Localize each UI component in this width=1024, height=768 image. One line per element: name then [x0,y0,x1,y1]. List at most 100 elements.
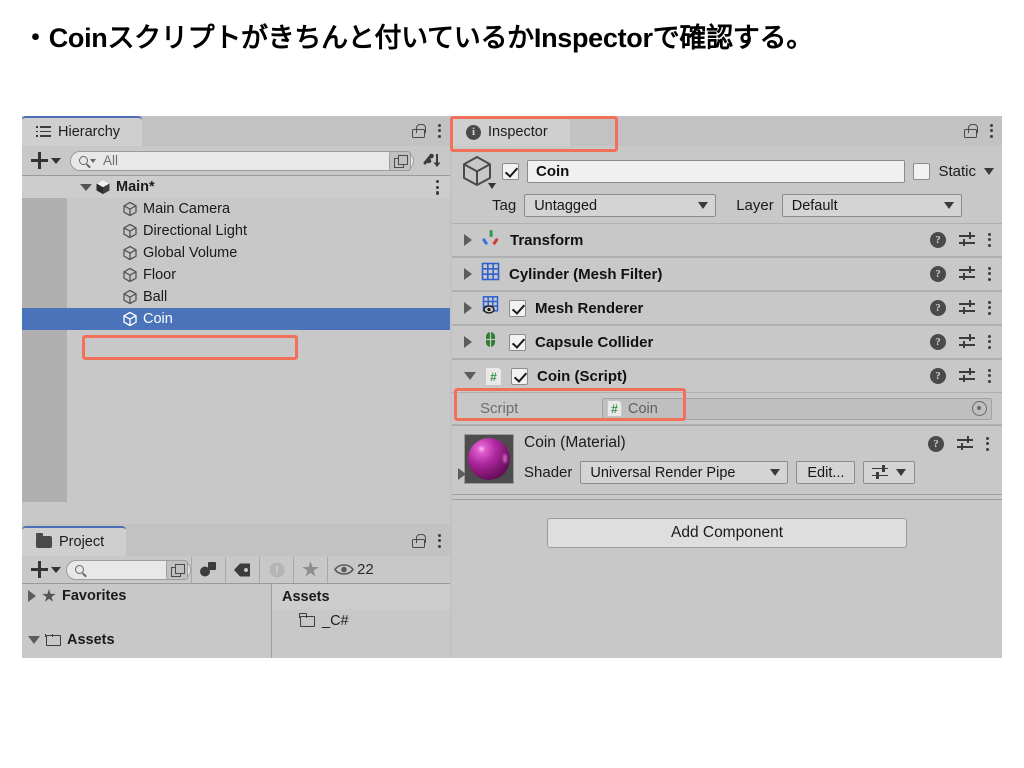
project-assets-column: Assets _C# [272,584,450,658]
chevron-down-icon [51,567,61,573]
component-title: Capsule Collider [535,334,653,351]
component-list: Transform ? [452,223,1002,393]
list-icon [36,126,51,138]
hierarchy-item-global-volume[interactable]: Global Volume [22,242,450,264]
component-row-mesh-filter[interactable]: Cylinder (Mesh Filter) ? [452,257,1002,291]
object-picker-icon[interactable] [972,401,987,416]
project-tree-item-assets[interactable]: Assets [22,634,271,646]
detach-icon[interactable] [389,151,411,171]
tag-dropdown[interactable]: Untagged [524,194,716,217]
project-tabbar: Project [22,526,450,556]
gameobject-enabled-checkbox[interactable] [502,163,519,180]
kebab-menu-icon[interactable] [438,534,442,549]
help-icon[interactable]: ? [930,232,946,248]
gameobject-name-field[interactable]: Coin [527,160,905,183]
hierarchy-item-directional-light[interactable]: Directional Light [22,220,450,242]
settings-icon[interactable] [959,301,975,315]
hierarchy-item-coin[interactable]: Coin [22,308,450,330]
static-dropdown-chevron-icon[interactable] [984,168,994,175]
expand-triangle-icon[interactable] [464,234,472,246]
material-actions: ? [928,436,990,452]
help-icon[interactable]: ? [928,436,944,452]
edit-shader-button[interactable]: Edit... [796,461,855,484]
add-component-button[interactable]: Add Component [547,518,907,548]
create-gameobject-button[interactable] [26,152,66,169]
visibility-toggle[interactable]: 22 [327,557,380,583]
help-icon[interactable]: ? [930,368,946,384]
hierarchy-item-label: Global Volume [143,245,237,261]
component-enabled-checkbox[interactable] [509,300,526,317]
assets-item-csharp-folder[interactable]: _C# [272,609,450,633]
component-row-capsule-collider[interactable]: Capsule Collider ? [452,325,1002,359]
component-row-coin-script[interactable]: # Coin (Script) ? [452,359,1002,393]
expand-triangle-icon[interactable] [458,468,466,480]
shader-dropdown[interactable]: Universal Render Pipe [580,461,788,484]
gameobject-cube-icon [122,267,138,283]
kebab-menu-icon[interactable] [988,369,992,384]
expand-triangle-icon[interactable] [464,268,472,280]
material-preset-button[interactable] [863,461,915,484]
kebab-menu-icon[interactable] [986,437,990,452]
scene-kebab-menu-icon[interactable] [436,180,440,195]
settings-icon[interactable] [959,335,975,349]
lock-icon[interactable] [411,534,424,548]
tag-icon[interactable] [225,557,259,583]
packages-icon[interactable] [191,557,225,583]
component-row-mesh-renderer[interactable]: Mesh Renderer ? [452,291,1002,325]
component-enabled-checkbox[interactable] [509,334,526,351]
script-object-value: Coin [628,401,658,417]
hierarchy-item-ball[interactable]: Ball [22,286,450,308]
kebab-menu-icon[interactable] [438,124,442,139]
expand-triangle-icon[interactable] [464,336,472,348]
component-row-transform[interactable]: Transform ? [452,223,1002,257]
expand-triangle-icon[interactable] [28,636,40,644]
help-icon[interactable]: ? [930,300,946,316]
hierarchy-search-field[interactable]: All [70,151,414,171]
warning-icon[interactable] [259,557,293,583]
settings-icon[interactable] [959,369,975,383]
material-shader-row: Shader Universal Render Pipe Edit... [524,461,992,484]
search-filter-chevron-icon[interactable] [90,159,96,163]
kebab-menu-icon[interactable] [988,233,992,248]
settings-icon[interactable] [959,233,975,247]
expand-triangle-icon[interactable] [28,590,36,602]
create-asset-button[interactable] [26,561,66,578]
hierarchy-search-placeholder: All [103,153,389,168]
component-enabled-checkbox[interactable] [511,368,528,385]
hierarchy-scene-row[interactable]: Main* [22,176,450,198]
project-tree-item-favorites[interactable]: Favorites [22,584,271,608]
sort-icon[interactable] [418,149,446,173]
hierarchy-item-main-camera[interactable]: Main Camera [22,198,450,220]
help-icon[interactable]: ? [930,334,946,350]
kebab-menu-icon[interactable] [988,267,992,282]
settings-icon[interactable] [959,267,975,281]
lock-icon[interactable] [411,124,424,138]
lock-icon[interactable] [963,124,976,138]
gameobject-cube-icon[interactable] [460,154,494,188]
collapse-triangle-icon[interactable] [464,372,476,380]
material-preview-sphere [468,438,510,480]
help-icon[interactable]: ? [930,266,946,282]
hierarchy-item-label: Coin [143,311,173,327]
detach-icon[interactable] [166,560,188,580]
settings-icon[interactable] [957,437,973,451]
tab-hierarchy[interactable]: Hierarchy [22,116,142,146]
kebab-menu-icon[interactable] [990,124,994,139]
expand-triangle-icon[interactable] [80,184,92,191]
script-object-field[interactable]: # Coin [602,398,992,420]
expand-triangle-icon[interactable] [464,302,472,314]
kebab-menu-icon[interactable] [988,301,992,316]
hierarchy-item-floor[interactable]: Floor [22,264,450,286]
tab-project[interactable]: Project [22,526,126,556]
project-search-field[interactable] [66,560,191,580]
gameobject-cube-icon [122,311,138,327]
component-title: Transform [510,232,583,249]
star-icon[interactable] [293,557,327,583]
component-actions: ? [930,300,992,316]
static-checkbox[interactable] [913,163,930,180]
layer-dropdown[interactable]: Default [782,194,962,217]
hierarchy-items: Main Camera Directional Light [22,198,450,330]
kebab-menu-icon[interactable] [988,335,992,350]
chevron-down-icon[interactable] [488,183,496,189]
tab-inspector[interactable]: i Inspector [452,116,570,146]
